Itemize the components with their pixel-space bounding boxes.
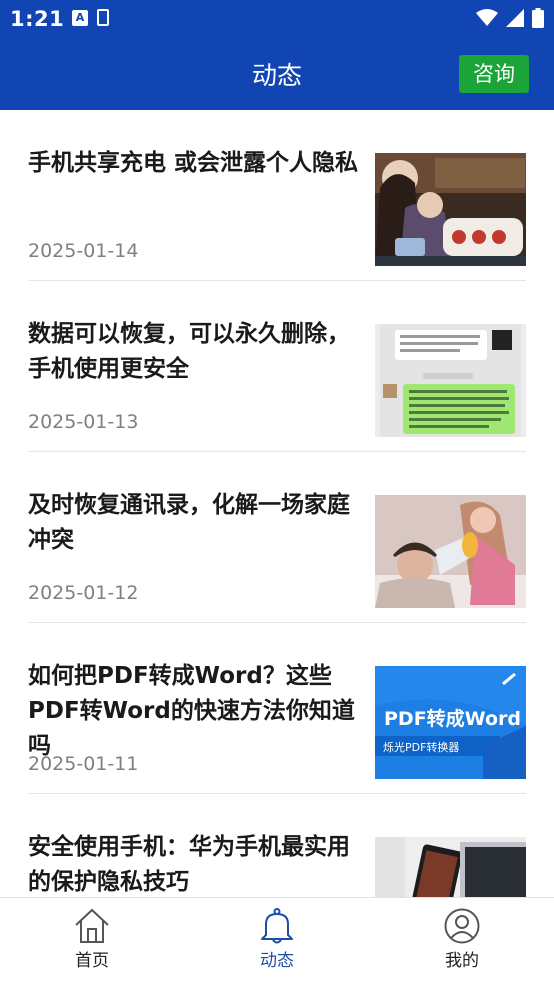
article-thumbnail	[375, 324, 526, 437]
sd-card-icon	[97, 9, 109, 26]
tab-news[interactable]: 动态	[227, 908, 327, 971]
bottom-tab-bar: 首页 动态 我的	[0, 897, 554, 984]
article-title: 手机共享充电 或会泄露个人隐私	[28, 150, 359, 176]
article-item[interactable]: 如何把PDF转成Word？这些PDF转Word的快速方法你知道吗 2025-01…	[28, 623, 526, 794]
article-date: 2025-01-14	[28, 240, 139, 262]
article-thumbnail: PDF转成Word 烁光PDF转换器	[375, 666, 526, 779]
consult-button[interactable]: 咨询	[459, 55, 529, 93]
wifi-icon	[476, 9, 498, 26]
article-title: 安全使用手机：华为手机最实用的保护隐私技巧	[28, 834, 350, 895]
article-item[interactable]: 手机共享充电 或会泄露个人隐私 2025-01-14	[28, 110, 526, 281]
signal-icon	[506, 9, 524, 27]
article-item[interactable]: 及时恢复通讯录，化解一场家庭冲突 2025-01-12	[28, 452, 526, 623]
status-bar: 1:21 A	[0, 0, 554, 38]
banner-headline: PDF转成Word	[384, 708, 521, 730]
battery-icon	[532, 8, 544, 28]
notification-a-icon: A	[72, 10, 88, 26]
tab-news-label: 动态	[260, 951, 294, 971]
tab-home[interactable]: 首页	[42, 908, 142, 971]
status-time: 1:21	[10, 7, 65, 31]
article-date: 2025-01-11	[28, 753, 139, 775]
tab-home-label: 首页	[75, 951, 109, 971]
tab-mine-label: 我的	[445, 951, 479, 971]
article-thumbnail	[375, 495, 526, 608]
article-list: 手机共享充电 或会泄露个人隐私 2025-01-14 数据可以恢复，可以永久删除…	[0, 110, 554, 897]
bell-icon	[261, 908, 293, 944]
article-date: 2025-01-13	[28, 411, 139, 433]
article-item[interactable]: 数据可以恢复，可以永久删除，手机使用更安全 2025-01-13	[28, 281, 526, 452]
banner-tag: 烁光PDF转换器	[383, 741, 460, 754]
article-thumbnail	[375, 153, 526, 266]
article-title: 如何把PDF转成Word？这些PDF转Word的快速方法你知道吗	[28, 663, 355, 759]
article-thumbnail	[375, 837, 526, 897]
home-icon	[75, 908, 109, 943]
article-title: 及时恢复通讯录，化解一场家庭冲突	[28, 492, 350, 553]
article-title: 数据可以恢复，可以永久删除，手机使用更安全	[28, 321, 350, 382]
article-item[interactable]: 安全使用手机：华为手机最实用的保护隐私技巧	[28, 794, 526, 897]
article-date: 2025-01-12	[28, 582, 139, 604]
app-header: 1:21 A 动态 咨询	[0, 0, 554, 110]
user-icon	[444, 908, 480, 944]
tab-mine[interactable]: 我的	[412, 908, 512, 971]
